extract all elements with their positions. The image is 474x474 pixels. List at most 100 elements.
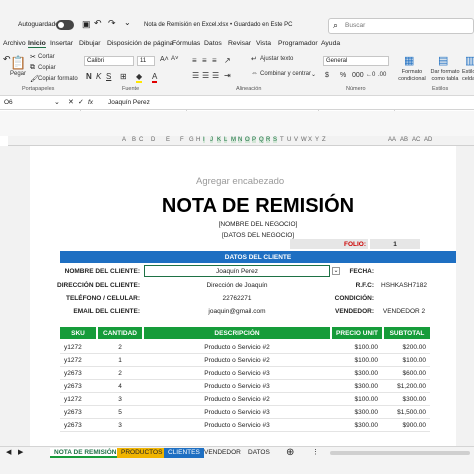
column-header-c[interactable]: C <box>139 137 143 143</box>
column-header-n[interactable]: N <box>238 137 243 143</box>
align-right-icon[interactable]: ☰ <box>212 71 219 80</box>
tab-nota-de-remision[interactable]: NOTA DE REMISIÓN <box>50 448 121 458</box>
border-icon[interactable]: ⊞ <box>120 72 127 81</box>
cell-sku[interactable]: y1272 <box>60 341 96 353</box>
cell-subtotal[interactable]: $200.00 <box>384 341 430 353</box>
merge-center-button[interactable]: Combinar y centrar <box>260 71 311 77</box>
cell-precio[interactable]: $100.00 <box>332 341 382 353</box>
column-header-j[interactable]: J <box>210 137 213 143</box>
shrink-font-icon[interactable]: A˅ <box>171 56 179 62</box>
column-header-d[interactable]: D <box>151 137 155 143</box>
cell-precio[interactable]: $100.00 <box>332 393 382 405</box>
cell-precio[interactable]: $300.00 <box>332 406 382 418</box>
cell-sku[interactable]: y2673 <box>60 367 96 379</box>
menu-inicio[interactable]: Inicio <box>28 40 46 48</box>
tab-datos[interactable]: DATOS <box>244 448 274 458</box>
formula-input[interactable]: Joaquín Perez <box>108 99 150 106</box>
tab-clientes[interactable]: CLIENTES <box>164 448 204 458</box>
column-header-h[interactable]: H <box>196 137 200 143</box>
column-header-ad[interactable]: AD <box>424 137 432 143</box>
customize-toolbar-icon[interactable]: ⌄ <box>124 18 131 27</box>
paste-button[interactable]: Pegar <box>10 71 26 77</box>
cell-styles-button[interactable]: Estilo de celdas <box>462 69 474 83</box>
menu-insertar[interactable]: Insertar <box>50 40 73 47</box>
cancel-icon[interactable]: ✕ <box>68 98 74 106</box>
horizontal-scrollbar[interactable] <box>330 451 470 455</box>
menu-datos[interactable]: Datos <box>204 40 222 47</box>
column-header-q[interactable]: Q <box>259 137 264 143</box>
cell-descripcion[interactable]: Producto o Servicio #2 <box>144 341 330 353</box>
cell-subtotal[interactable]: $100.00 <box>384 354 430 366</box>
add-sheet-icon[interactable]: ⊕ <box>286 447 294 458</box>
column-header-l[interactable]: L <box>224 137 228 143</box>
cut-button[interactable]: Cortar <box>38 54 55 60</box>
cell-cantidad[interactable]: 2 <box>98 341 142 353</box>
italic-icon[interactable]: K <box>96 72 101 81</box>
cell-sku[interactable]: y1272 <box>60 354 96 366</box>
fill-color-icon[interactable]: ◆ <box>136 72 143 83</box>
add-header-hint[interactable]: Agregar encabezado <box>196 176 284 187</box>
orientation-icon[interactable]: ↗ <box>224 56 231 65</box>
tab-vendedor[interactable]: VENDEDOR <box>200 448 245 458</box>
column-header-b[interactable]: B <box>132 137 136 143</box>
grow-font-icon[interactable]: A˄ <box>160 56 169 63</box>
cell-cantidad[interactable]: 5 <box>98 406 142 418</box>
sheet-options-icon[interactable]: ⋮ <box>312 448 319 456</box>
name-box-dropdown-icon[interactable]: ⌄ <box>54 98 60 106</box>
cell-cantidad[interactable]: 4 <box>98 380 142 392</box>
cell-descripcion[interactable]: Producto o Servicio #3 <box>144 380 330 392</box>
column-header-t[interactable]: T <box>280 137 284 143</box>
cell-descripcion[interactable]: Producto o Servicio #3 <box>144 406 330 418</box>
column-header-m[interactable]: M <box>231 137 236 143</box>
conditional-format-button[interactable]: Formato condicional <box>397 69 427 83</box>
tab-productos[interactable]: PRODUCTOS <box>117 448 167 458</box>
cell-precio[interactable]: $300.00 <box>332 367 382 379</box>
menu-revisar[interactable]: Revisar <box>228 40 251 47</box>
cell-subtotal[interactable]: $300.00 <box>384 393 430 405</box>
align-top-icon[interactable]: ≡ <box>192 56 197 65</box>
column-header-ac[interactable]: AC <box>412 137 420 143</box>
column-header-w[interactable]: W <box>301 137 307 143</box>
copy-button[interactable]: Copiar <box>38 65 56 71</box>
column-header-p[interactable]: P <box>252 137 257 143</box>
cell-subtotal[interactable]: $600.00 <box>384 367 430 379</box>
rfc-value[interactable]: HSHKASH7182 <box>378 279 430 291</box>
percent-icon[interactable]: % <box>340 72 346 79</box>
cell-subtotal[interactable]: $900.00 <box>384 419 430 431</box>
column-header-g[interactable]: G <box>189 137 194 143</box>
column-header-k[interactable]: K <box>217 137 222 143</box>
address-value[interactable]: Dirección de Joaquín <box>144 279 330 291</box>
cell-sku[interactable]: y2673 <box>60 406 96 418</box>
currency-icon[interactable]: $ <box>325 72 329 79</box>
menu-ayuda[interactable]: Ayuda <box>321 40 340 47</box>
thousands-icon[interactable]: 000 <box>352 72 364 79</box>
client-name-cell[interactable]: Joaquín Perez <box>144 265 330 277</box>
menu-programador[interactable]: Programador <box>278 40 318 47</box>
align-left-icon[interactable]: ☰ <box>192 71 199 80</box>
column-header-x[interactable]: X <box>308 137 312 143</box>
underline-icon[interactable]: S <box>106 72 111 81</box>
format-painter-button[interactable]: Copiar formato <box>38 76 78 82</box>
increase-decimal-icon[interactable]: ←0 <box>366 72 375 78</box>
column-header-y[interactable]: Y <box>315 137 319 143</box>
prev-sheet-icon[interactable]: ◀ <box>6 448 11 456</box>
undo-icon[interactable]: ↶ <box>94 18 102 29</box>
cell-cantidad[interactable]: 1 <box>98 354 142 366</box>
cell-precio[interactable]: $300.00 <box>332 419 382 431</box>
cell-precio[interactable]: $100.00 <box>332 354 382 366</box>
font-size-select[interactable]: 11 <box>137 56 155 66</box>
column-header-r[interactable]: R <box>266 137 271 143</box>
cell-descripcion[interactable]: Producto o Servicio #2 <box>144 354 330 366</box>
column-header-z[interactable]: Z <box>322 137 326 143</box>
menu-vista[interactable]: Vista <box>256 40 271 47</box>
cell-descripcion[interactable]: Producto o Servicio #3 <box>144 419 330 431</box>
column-header-u[interactable]: U <box>287 137 291 143</box>
cell-descripcion[interactable]: Producto o Servicio #3 <box>144 367 330 379</box>
number-format-select[interactable]: General <box>323 56 389 66</box>
cell-cantidad[interactable]: 3 <box>98 419 142 431</box>
cell-subtotal[interactable]: $1,200.00 <box>384 380 430 392</box>
autosave-toggle[interactable] <box>56 20 74 30</box>
seller-value[interactable]: VENDEDOR 2 <box>378 305 430 317</box>
menu-archivo[interactable]: Archivo <box>3 40 26 47</box>
menu-dibujar[interactable]: Dibujar <box>79 40 101 47</box>
